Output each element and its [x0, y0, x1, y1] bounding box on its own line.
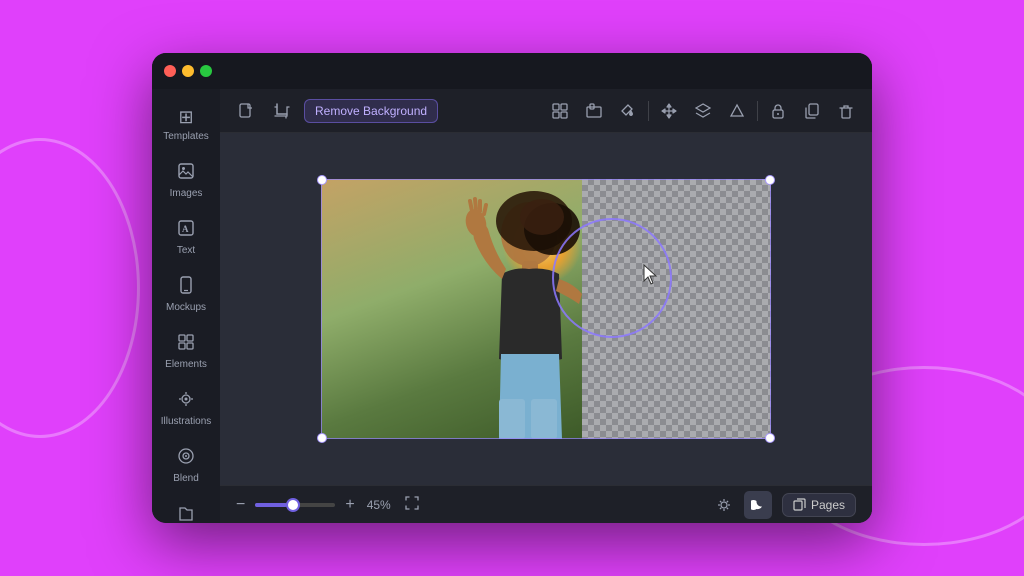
sidebar: ⊞ Templates Images A	[152, 89, 220, 523]
maximize-button[interactable]	[200, 65, 212, 77]
lock-icon[interactable]	[764, 97, 792, 125]
toolbar-right	[546, 97, 860, 125]
text-label: Text	[177, 245, 195, 256]
new-document-icon[interactable]	[232, 97, 260, 125]
text-icon: A	[177, 219, 195, 242]
photo-canvas	[321, 179, 771, 439]
image-container	[321, 179, 771, 439]
fit-to-screen-icon[interactable]	[405, 496, 419, 513]
images-icon	[177, 162, 195, 185]
layers-icon[interactable]	[689, 97, 717, 125]
sidebar-item-elements[interactable]: Elements	[157, 325, 215, 378]
toolbar: Remove Background	[220, 89, 872, 133]
images-label: Images	[170, 188, 203, 199]
sidebar-item-mockups[interactable]: Mockups	[157, 268, 215, 321]
zoom-slider-fill	[255, 503, 287, 507]
zoom-minus-button[interactable]: −	[236, 496, 245, 514]
sidebar-item-templates[interactable]: ⊞ Templates	[157, 99, 215, 150]
light-theme-icon[interactable]	[710, 491, 738, 519]
crop-icon[interactable]	[268, 97, 296, 125]
frame-icon[interactable]	[580, 97, 608, 125]
brush-circle	[552, 218, 672, 338]
grid-icon[interactable]	[546, 97, 574, 125]
templates-icon: ⊞	[178, 107, 193, 128]
move-icon[interactable]	[655, 97, 683, 125]
copy-icon[interactable]	[798, 97, 826, 125]
mockups-label: Mockups	[166, 302, 206, 313]
elements-label: Elements	[165, 359, 207, 370]
sidebar-item-images[interactable]: Images	[157, 154, 215, 207]
triangle-icon[interactable]	[723, 97, 751, 125]
zoom-slider-knob[interactable]	[286, 498, 300, 512]
sidebar-item-myfiles[interactable]: My Files	[157, 496, 215, 523]
dark-theme-icon[interactable]	[744, 491, 772, 519]
myfiles-icon	[177, 504, 195, 523]
sidebar-item-illustrations[interactable]: Illustrations	[157, 382, 215, 435]
title-bar	[152, 53, 872, 89]
illustrations-label: Illustrations	[161, 416, 212, 427]
sidebar-item-blend[interactable]: Blend	[157, 439, 215, 492]
blend-label: Blend	[173, 473, 199, 484]
toolbar-divider-2	[757, 101, 758, 121]
templates-label: Templates	[163, 131, 209, 142]
close-button[interactable]	[164, 65, 176, 77]
bg-decoration-left	[0, 138, 140, 438]
delete-icon[interactable]	[832, 97, 860, 125]
status-bar: − + 45%	[220, 485, 872, 523]
app-window: ⊞ Templates Images A	[152, 53, 872, 523]
blend-icon	[177, 447, 195, 470]
toolbar-divider-1	[648, 101, 649, 121]
elements-icon	[177, 333, 195, 356]
pages-label: Pages	[811, 498, 845, 512]
minimize-button[interactable]	[182, 65, 194, 77]
sidebar-item-text[interactable]: A Text	[157, 211, 215, 264]
zoom-slider[interactable]	[255, 503, 335, 507]
main-content: ⊞ Templates Images A	[152, 89, 872, 523]
canvas[interactable]	[220, 133, 872, 485]
pages-button[interactable]: Pages	[782, 493, 856, 517]
svg-text:A: A	[182, 224, 189, 234]
fill-icon[interactable]	[614, 97, 642, 125]
zoom-value: 45%	[367, 498, 391, 512]
zoom-plus-button[interactable]: +	[345, 496, 354, 514]
remove-background-button[interactable]: Remove Background	[304, 99, 438, 123]
mockups-icon	[177, 276, 195, 299]
canvas-area: Remove Background	[220, 89, 872, 523]
theme-toggle-group	[710, 491, 772, 519]
illustrations-icon	[177, 390, 195, 413]
